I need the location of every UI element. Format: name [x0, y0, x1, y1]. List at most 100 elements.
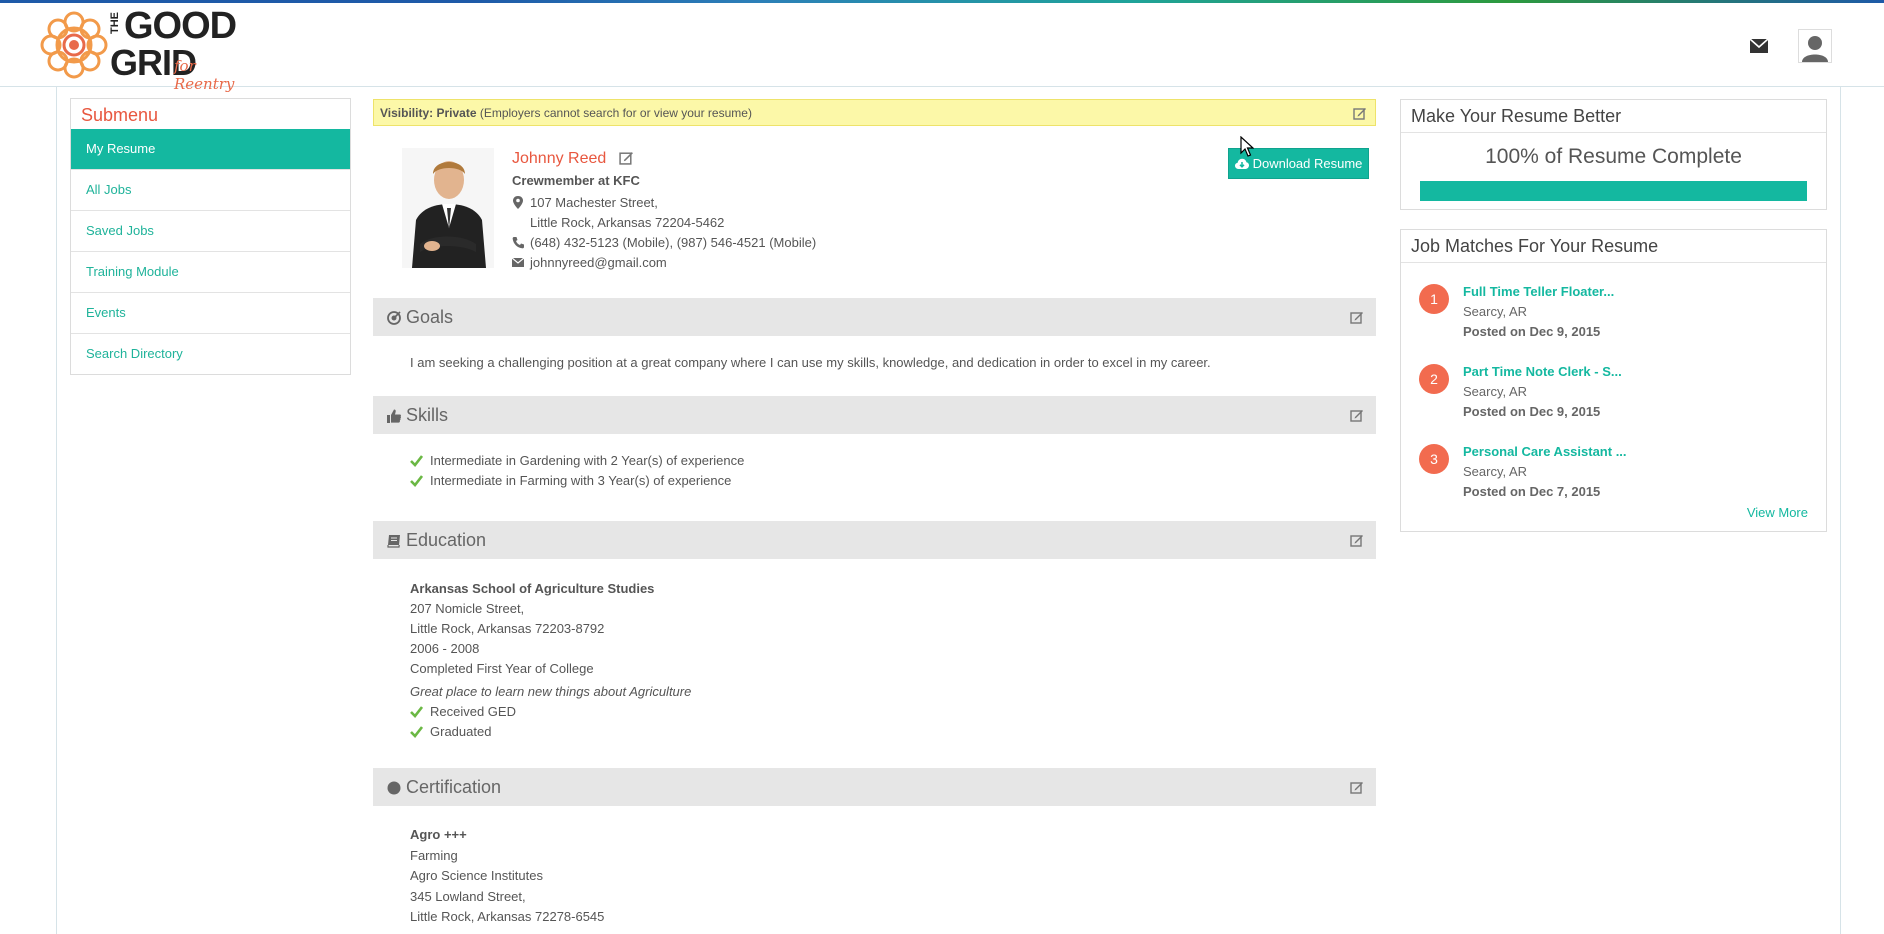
- list-item: 1 Full Time Teller Floater... Searcy, AR…: [1419, 282, 1799, 352]
- skills-list: Intermediate in Gardening with 2 Year(s)…: [410, 451, 744, 491]
- address-line-2: Little Rock, Arkansas 72204-5462: [530, 215, 725, 230]
- visibility-note: (Employers cannot search for or view you…: [479, 106, 752, 120]
- certification-city: Little Rock, Arkansas 72278-6545: [410, 909, 605, 924]
- edit-icon[interactable]: [619, 150, 634, 165]
- submenu-item-events[interactable]: Events: [71, 292, 350, 333]
- edit-icon[interactable]: [1350, 310, 1364, 324]
- list-item: Intermediate in Gardening with 2 Year(s)…: [410, 451, 744, 471]
- address-line-1: 107 Machester Street,: [530, 195, 658, 210]
- check-icon: [410, 726, 423, 738]
- education-heading: Education: [406, 530, 487, 550]
- circle-icon: [387, 781, 401, 794]
- submenu-item-all-jobs[interactable]: All Jobs: [71, 169, 350, 210]
- cloud-download-icon: [1234, 158, 1249, 169]
- phone-numbers: (648) 432-5123 (Mobile), (987) 546-4521 …: [530, 235, 817, 250]
- job-location: Searcy, AR: [1463, 304, 1528, 319]
- list-item: 3 Personal Care Assistant ... Searcy, AR…: [1419, 442, 1799, 512]
- edit-icon[interactable]: [1350, 533, 1364, 547]
- book-icon: [387, 534, 400, 548]
- bullseye-icon: [387, 310, 401, 325]
- certification-street: 345 Lowland Street,: [410, 888, 526, 904]
- profile-contact: 107 Machester Street, Little Rock, Arkan…: [512, 193, 816, 273]
- thumbs-up-icon: [387, 409, 401, 423]
- resume-complete-text: 100% of Resume Complete: [1485, 145, 1742, 168]
- job-rank-badge: 3: [1419, 444, 1449, 474]
- certification-name: Agro +++: [410, 827, 467, 842]
- profile-menu-button[interactable]: [1798, 29, 1832, 63]
- submenu-panel: Submenu My Resume All Jobs Saved Jobs Tr…: [70, 98, 351, 375]
- job-posted-date: Posted on Dec 9, 2015: [1463, 324, 1601, 339]
- logo-the-text: THE: [109, 12, 121, 34]
- map-marker-icon: [513, 196, 523, 209]
- mouse-cursor-icon: [1240, 136, 1254, 157]
- submenu-item-search-directory[interactable]: Search Directory: [71, 333, 350, 374]
- envelope-icon: [512, 257, 524, 267]
- visibility-banner: Visibility: Private (Employers cannot se…: [373, 99, 1376, 126]
- page-border: [56, 86, 57, 934]
- school-city: Little Rock, Arkansas 72203-8792: [410, 621, 605, 636]
- download-resume-label: Download Resume: [1252, 156, 1363, 171]
- check-icon: [410, 475, 423, 487]
- resume-progress-fill: [1420, 181, 1807, 201]
- submenu-title: Submenu: [81, 105, 159, 125]
- goals-heading: Goals: [406, 307, 454, 327]
- list-item: 2 Part Time Note Clerk - S... Searcy, AR…: [1419, 362, 1799, 432]
- job-title-link[interactable]: Part Time Note Clerk - S...: [1463, 364, 1622, 379]
- certification-field: Farming: [410, 847, 458, 863]
- profile-photo: [402, 148, 494, 268]
- resume-progress-bar: [1420, 181, 1807, 201]
- job-title-link[interactable]: Full Time Teller Floater...: [1463, 284, 1614, 299]
- school-comment: Great place to learn new things about Ag…: [410, 684, 692, 699]
- section-header-skills: Skills: [373, 396, 1376, 434]
- job-location: Searcy, AR: [1463, 464, 1528, 479]
- good-grid-logo[interactable]: THE GOOD GRID for Reentry: [38, 5, 258, 93]
- goals-text: I am seeking a challenging position at a…: [410, 355, 1211, 370]
- list-item: Received GED: [410, 702, 691, 722]
- edit-icon[interactable]: [1350, 780, 1364, 794]
- skills-heading: Skills: [406, 405, 449, 425]
- phone-icon: [512, 237, 524, 249]
- resume-better-title: Make Your Resume Better: [1401, 100, 1826, 133]
- list-item: Intermediate in Farming with 3 Year(s) o…: [410, 471, 744, 491]
- submenu-item-training-module[interactable]: Training Module: [71, 251, 350, 292]
- email-address: johnnyreed@gmail.com: [530, 255, 667, 270]
- school-level: Completed First Year of College: [410, 661, 594, 676]
- certification-entry: Agro +++ Farming Agro Science Institutes…: [410, 825, 604, 928]
- job-title-link[interactable]: Personal Care Assistant ...: [1463, 444, 1627, 459]
- job-rank-badge: 2: [1419, 364, 1449, 394]
- list-item: Graduated: [410, 722, 691, 742]
- profile-job-title: Crewmember at KFC: [512, 173, 640, 188]
- job-matches-panel: Job Matches For Your Resume 1 Full Time …: [1400, 229, 1827, 532]
- school-years: 2006 - 2008: [410, 641, 480, 656]
- education-entry: Arkansas School of Agriculture Studies 2…: [410, 579, 691, 742]
- flower-logo-icon: [40, 11, 108, 79]
- job-matches-title: Job Matches For Your Resume: [1401, 230, 1826, 263]
- user-silhouette-icon: [1802, 36, 1828, 62]
- school-street: 207 Nomicle Street,: [410, 601, 525, 616]
- certification-heading: Certification: [406, 777, 502, 797]
- profile-name: Johnny Reed: [512, 150, 634, 168]
- resume-better-panel: Make Your Resume Better 100% of Resume C…: [1400, 99, 1827, 210]
- school-name: Arkansas School of Agriculture Studies: [410, 581, 655, 596]
- view-more-link[interactable]: View More: [1747, 505, 1808, 520]
- edit-icon[interactable]: [1350, 408, 1364, 422]
- page-border: [1840, 86, 1841, 934]
- logo-good-text: GOOD: [124, 5, 237, 47]
- submenu-item-saved-jobs[interactable]: Saved Jobs: [71, 210, 350, 251]
- job-posted-date: Posted on Dec 9, 2015: [1463, 404, 1601, 419]
- certification-institute: Agro Science Institutes: [410, 868, 543, 883]
- job-posted-date: Posted on Dec 7, 2015: [1463, 484, 1601, 499]
- section-header-education: Education: [373, 521, 1376, 559]
- section-header-goals: Goals: [373, 298, 1376, 336]
- check-icon: [410, 455, 423, 467]
- job-rank-badge: 1: [1419, 284, 1449, 314]
- job-location: Searcy, AR: [1463, 384, 1528, 399]
- visibility-label: Visibility: Private: [380, 106, 477, 120]
- submenu-item-my-resume[interactable]: My Resume: [71, 129, 350, 169]
- logo-tagline: for Reentry: [174, 57, 235, 93]
- check-icon: [410, 706, 423, 718]
- section-header-certification: Certification: [373, 768, 1376, 806]
- edit-icon[interactable]: [1353, 106, 1367, 120]
- envelope-icon[interactable]: [1750, 39, 1768, 53]
- site-header: THE GOOD GRID for Reentry: [0, 3, 1884, 93]
